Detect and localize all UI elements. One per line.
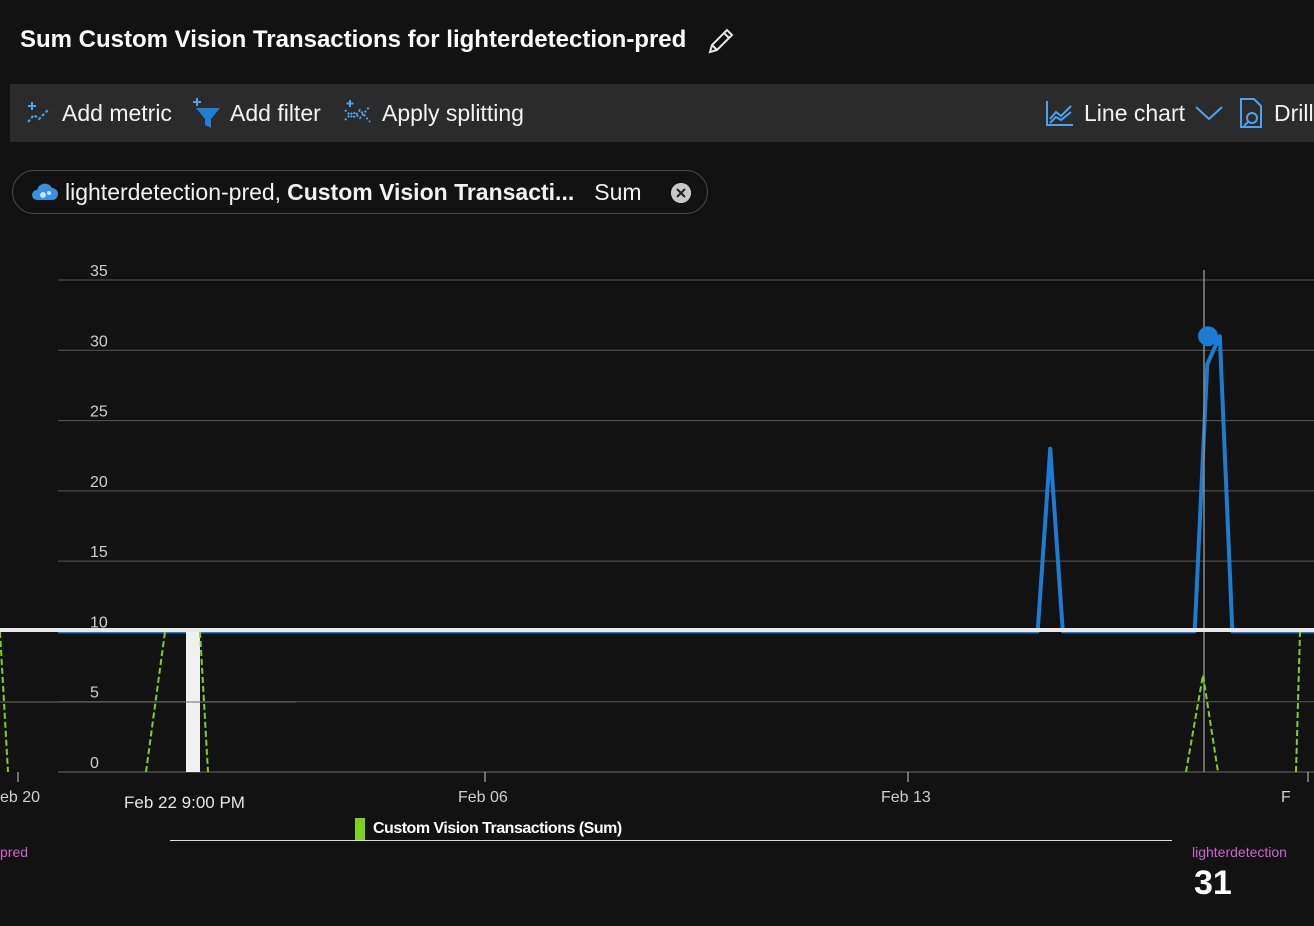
chart-gridlines	[58, 279, 1314, 773]
pill-metric-name: Custom Vision Transacti...	[287, 178, 575, 205]
legend-resource-right: lighterdetection	[1192, 844, 1287, 860]
apply-splitting-label: Apply splitting	[382, 99, 524, 126]
drill-label: Drill	[1274, 99, 1314, 126]
legend-value: 31	[1194, 864, 1232, 902]
add-metric-button[interactable]: Add metric	[24, 84, 172, 142]
line-chart-dropdown[interactable]: Line chart	[1044, 84, 1225, 142]
time-tooltip: Feb 22 9:00 PM	[124, 793, 245, 812]
line-chart-icon	[1046, 101, 1073, 126]
metric-pill[interactable]: lighterdetection-pred, Custom Vision Tra…	[12, 170, 708, 214]
y-tick-label-5: 5	[90, 685, 99, 702]
y-tick-label-35: 35	[90, 263, 108, 280]
filter-icon	[193, 98, 220, 128]
pill-aggregation: Sum	[594, 178, 642, 205]
legend-resource-short: pred	[0, 844, 29, 860]
y-tick-label-20: 20	[90, 474, 108, 491]
y-tick-label-0: 0	[90, 755, 99, 772]
data-point	[1219, 335, 1221, 337]
x-tick-label: Feb 13	[881, 789, 931, 806]
x-tick-label: F	[1281, 789, 1291, 806]
chart-overlay	[0, 270, 1314, 773]
data-point	[1206, 363, 1208, 365]
x-tick-label: eb 20	[0, 789, 40, 806]
line-chart-label: Line chart	[1084, 99, 1186, 126]
chart-legend[interactable]: Custom Vision Transactions (Sum)	[355, 818, 622, 840]
chart-toolbar: Add metric Add filter Apply splitting Li…	[10, 84, 1314, 142]
y-tick-label-30: 30	[90, 333, 108, 350]
y-tick-label-25: 25	[90, 404, 108, 421]
data-point	[1049, 448, 1051, 450]
cognitive-services-cloud-icon	[32, 183, 58, 200]
tooltip-time-label: Feb 22 9:00 PM	[124, 793, 245, 812]
brush-band	[0, 628, 1314, 632]
y-tick-label-15: 15	[90, 544, 108, 561]
chevron-down-icon	[1195, 106, 1223, 121]
x-tick-label: Feb 06	[458, 789, 508, 806]
y-axis-ticks: 35302520151050	[90, 263, 108, 772]
add-metric-icon	[27, 102, 50, 123]
legend-swatch	[355, 818, 365, 840]
logs-icon	[1240, 98, 1262, 128]
pencil-edit-icon[interactable]	[704, 24, 738, 58]
apply-splitting-button[interactable]: Apply splitting	[342, 84, 524, 142]
legend-series-label: Custom Vision Transactions (Sum)	[373, 820, 622, 837]
chart-title: Sum Custom Vision Transactions for light…	[20, 26, 687, 53]
drill-into-logs-button[interactable]: Drill	[1236, 84, 1314, 142]
pill-resource-name: lighterdetection-pred,	[65, 178, 282, 205]
chart-header: Sum Custom Vision Transactions for light…	[0, 0, 1314, 82]
splitting-icon	[344, 100, 371, 123]
highlight-point	[1198, 326, 1218, 347]
add-metric-label: Add metric	[62, 99, 172, 126]
series-line	[58, 334, 1314, 634]
add-filter-label: Add filter	[230, 99, 321, 126]
chart-series	[57, 334, 1314, 634]
legend-divider	[170, 840, 1172, 841]
remove-metric-close-icon[interactable]	[671, 183, 691, 203]
add-filter-button[interactable]: Add filter	[190, 84, 321, 142]
